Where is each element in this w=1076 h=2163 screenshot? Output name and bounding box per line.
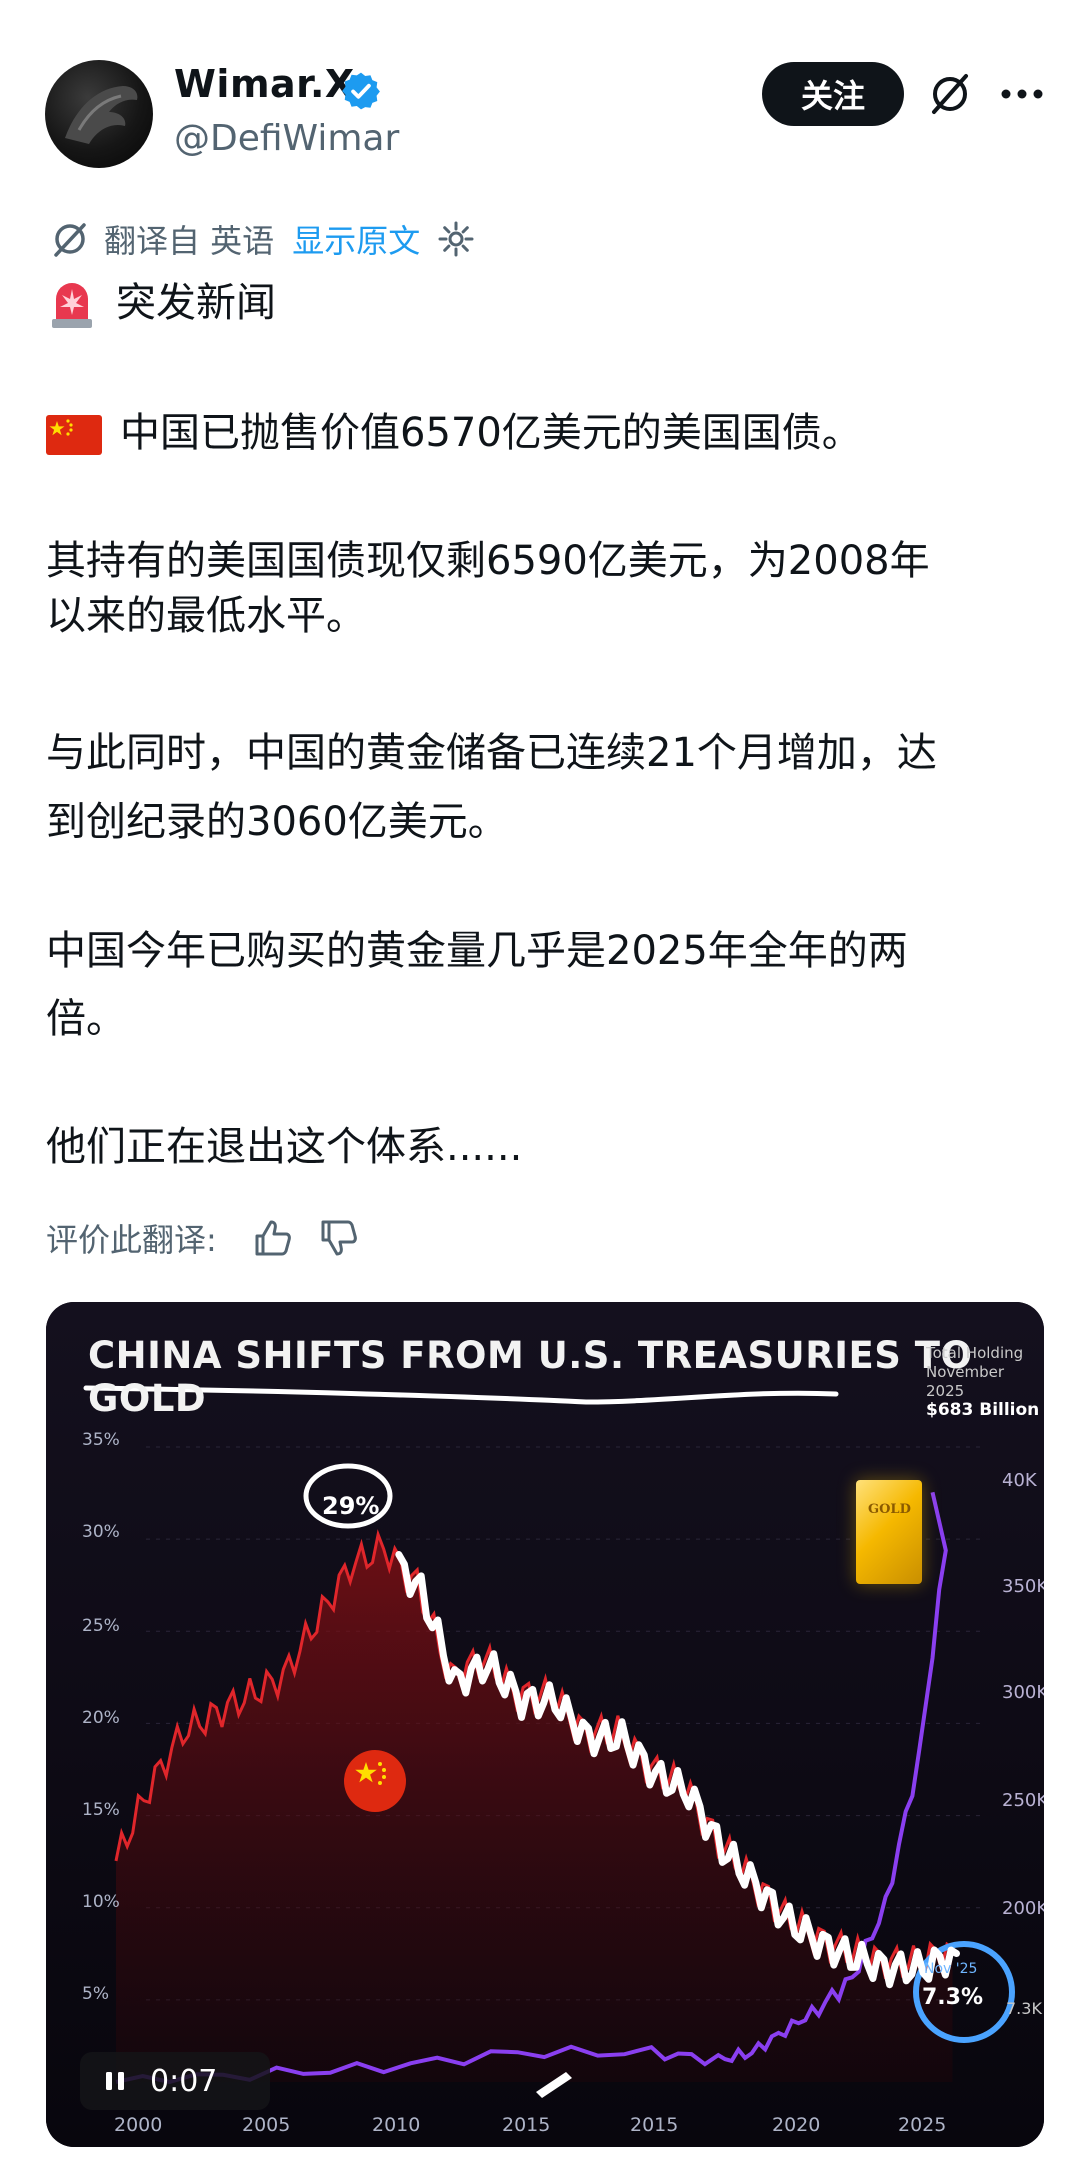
y-right-tick: 300K — [1002, 1682, 1044, 1703]
end-label: 7.3% — [922, 1985, 984, 2010]
avatar-image — [65, 86, 138, 144]
post-line-4: 以来的最低水平。 — [46, 593, 366, 639]
gold-bar-icon: GOLD — [856, 1480, 922, 1584]
grok-icon[interactable] — [926, 70, 974, 118]
rate-translation-label: 评价此翻译: — [46, 1221, 217, 1259]
china-flag-icon — [46, 415, 102, 455]
peak-label: 29% — [322, 1492, 380, 1520]
x-tick: 2005 — [242, 2114, 291, 2136]
y-right-tick: 250K — [1002, 1790, 1044, 1811]
x-tick: 2015 — [502, 2114, 551, 2136]
verified-badge-icon — [342, 72, 380, 110]
thumbs-up-icon[interactable] — [251, 1216, 295, 1260]
playback-control[interactable]: 0:07 — [80, 2052, 270, 2110]
video-timestamp: 0:07 — [150, 2063, 218, 2099]
china-flag-icon — [344, 1750, 406, 1812]
chart-canvas — [46, 1302, 1044, 2147]
post-headline: 突发新闻 — [46, 276, 276, 331]
y-right-tick: 350K — [1002, 1576, 1044, 1597]
total-holding-box: Total Holding November 2025 $683 Billion — [926, 1344, 1044, 1420]
y-left-tick: 35% — [82, 1430, 120, 1450]
show-original-link[interactable]: 显示原文 — [292, 216, 420, 262]
x-tick: 2010 — [372, 2114, 421, 2136]
thumbs-down-icon[interactable] — [317, 1216, 361, 1260]
gold-bar-label: GOLD — [868, 1502, 911, 1517]
translation-bar: 翻译自 英语 显示原文 — [48, 214, 476, 264]
total-holding-line2: November 2025 — [926, 1363, 1005, 1400]
video-chart-title: CHINA SHIFTS FROM U.S. TREASURIES TO GOL… — [88, 1334, 973, 1420]
end-sub-label: Nov '25 — [924, 1961, 978, 1977]
x-tick: 2000 — [114, 2114, 163, 2136]
siren-icon — [52, 283, 92, 328]
post-line-2: 中国已抛售价值6570亿美元的美国国债。 — [120, 410, 862, 456]
grok-translate-icon — [54, 223, 86, 257]
y-left-tick: 5% — [82, 1984, 109, 2004]
x-tick: 2025 — [898, 2114, 947, 2136]
translated-from-label: 翻译自 英语 — [104, 222, 275, 260]
y-left-tick: 25% — [82, 1616, 120, 1636]
gear-icon[interactable] — [436, 219, 476, 259]
pause-icon[interactable] — [100, 2066, 130, 2096]
avatar[interactable] — [45, 60, 153, 168]
video-player[interactable]: CHINA SHIFTS FROM U.S. TREASURIES TO GOL… — [46, 1302, 1044, 2147]
post-line-9: 他们正在退出这个体系...... — [46, 1124, 523, 1170]
china-flag-badge — [344, 1750, 406, 1812]
y-right-tick: 40K — [1002, 1470, 1037, 1491]
y-left-tick: 20% — [82, 1708, 120, 1728]
total-holding-line3: $683 Billion — [926, 1400, 1040, 1420]
y-right-tick: 200K — [1002, 1898, 1044, 1919]
post-line-5: 与此同时，中国的黄金储备已连续21个月增加，达 — [46, 730, 937, 776]
x-tick: 2015 — [630, 2114, 679, 2136]
y-left-tick: 15% — [82, 1800, 120, 1820]
post-line-8: 倍。 — [46, 996, 126, 1042]
rate-translation: 评价此翻译: — [46, 1210, 361, 1266]
total-holding-line1: Total Holding — [926, 1344, 1024, 1362]
post-line-3: 其持有的美国国债现仅剩6590亿美元，为2008年 — [46, 538, 930, 584]
handle[interactable]: @DefiWimar — [174, 118, 399, 159]
x-tick: 2020 — [772, 2114, 821, 2136]
post-paragraph-1: 中国已抛售价值6570亿美元的美国国债。 — [46, 406, 862, 460]
post-line-7: 中国今年已购买的黄金量几乎是2025年全年的两 — [46, 928, 908, 974]
more-options-icon[interactable] — [996, 76, 1048, 112]
post-line-1: 突发新闻 — [116, 280, 276, 326]
post-line-6: 到创纪录的3060亿美元。 — [46, 799, 508, 845]
follow-button[interactable]: 关注 — [762, 62, 904, 126]
y-right-end-label: 7.3K — [1006, 1999, 1042, 2018]
y-left-tick: 30% — [82, 1522, 120, 1542]
y-left-tick: 10% — [82, 1892, 120, 1912]
display-name[interactable]: Wimar.X — [174, 62, 355, 106]
